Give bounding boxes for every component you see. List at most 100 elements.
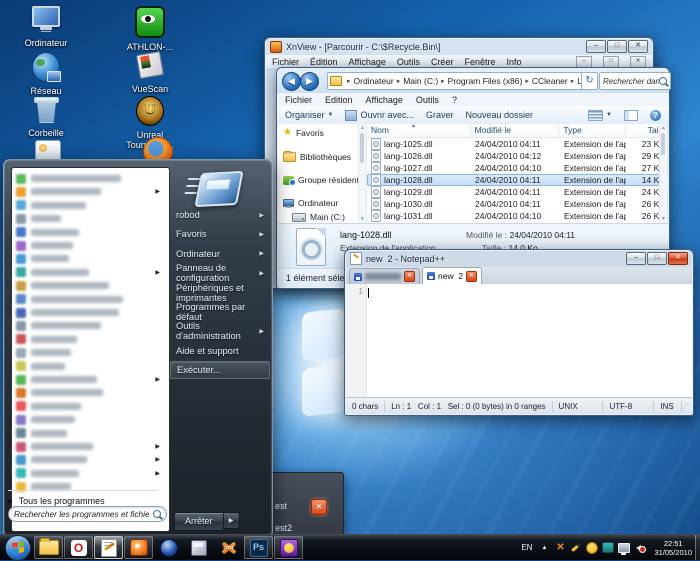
start-menu-item-robod[interactable]: robod▶ <box>170 206 270 224</box>
recent-program-item-blurred[interactable] <box>16 306 166 319</box>
recent-program-item-blurred[interactable] <box>16 239 166 252</box>
sidebar-item-computer-small[interactable]: Ordinateur <box>283 198 338 208</box>
all-programs-button[interactable]: ▶ Tous les programmes <box>8 490 158 506</box>
explorer-search-box[interactable]: Rechercher dans : ... <box>599 72 671 90</box>
recent-program-item-blurred[interactable] <box>16 400 166 413</box>
start-search-box[interactable]: Rechercher les programmes et fichiers <box>8 506 167 522</box>
recent-program-item-blurred[interactable] <box>16 212 166 225</box>
explorer-menu-edition[interactable]: Edition <box>325 95 353 105</box>
taskbar-button-xnview[interactable] <box>124 536 153 559</box>
desktop-icon-xnview-eye[interactable]: ATHLON-... <box>116 6 184 52</box>
xnview-titlebar[interactable]: XnView - [Parcourir - C:\$Recycle.Bin\] … <box>265 38 653 55</box>
taskbar-button-explorer-folder[interactable] <box>34 536 63 559</box>
editor-area[interactable]: 1 <box>346 284 692 398</box>
xnview-menu-affichage[interactable]: Affichage <box>349 57 386 67</box>
close-button[interactable]: ✕ <box>668 252 688 265</box>
file-row[interactable]: lang-1026.dll24/04/2010 04:12Extension d… <box>367 150 668 162</box>
back-button[interactable]: ◀ <box>282 72 301 91</box>
recent-program-item-blurred[interactable] <box>16 279 166 292</box>
taskbar-button-cube[interactable] <box>184 536 213 559</box>
column-header-name[interactable]: Nom▲ <box>367 124 471 137</box>
sidebar-item-star[interactable]: ★Favoris <box>283 128 324 138</box>
tab-close-icon[interactable]: ✕ <box>404 271 415 282</box>
recent-program-item-blurred[interactable] <box>16 226 166 239</box>
sidebar-item-drive[interactable]: Main (C:) <box>292 212 345 222</box>
recent-program-item-blurred[interactable] <box>16 346 166 359</box>
resize-grip[interactable]: ⋰ <box>682 402 692 410</box>
recent-program-item-blurred[interactable] <box>16 360 166 373</box>
address-bar[interactable]: ▸Ordinateur▸Main (C:)▸Program Files (x86… <box>327 72 585 90</box>
column-header-type[interactable]: Type <box>559 124 625 137</box>
refresh-button[interactable]: ↻ <box>581 72 598 90</box>
editor-tab-active[interactable]: new 2✕ <box>422 267 482 284</box>
recent-program-item-blurred[interactable] <box>16 252 166 265</box>
start-menu-item-aide-et-support[interactable]: Aide et support <box>170 342 270 360</box>
show-desktop-button[interactable] <box>695 535 700 560</box>
desktop-icon-network-globe[interactable]: Réseau <box>12 52 80 96</box>
breadcrumb-label[interactable]: CCleaner <box>532 76 568 86</box>
recent-program-item-blurred[interactable]: ▶ <box>16 373 166 386</box>
tray-smiley-icon[interactable] <box>586 542 598 554</box>
recent-program-item-blurred[interactable] <box>16 199 166 212</box>
list-scrollbar[interactable]: ▲▼ <box>659 124 668 223</box>
taskbar-button-opera[interactable]: O <box>64 536 93 559</box>
xnview-menu-créer[interactable]: Créer <box>431 57 454 67</box>
explorer-menu-outils[interactable]: Outils <box>416 95 439 105</box>
tray-orange-x-icon[interactable]: ✕ <box>554 542 566 554</box>
preview-pane-button[interactable] <box>624 110 638 121</box>
user-avatar[interactable] <box>190 170 238 208</box>
start-menu-item-favoris[interactable]: Favoris▶ <box>170 225 270 243</box>
recent-program-item-blurred[interactable] <box>16 386 166 399</box>
taskbar-button-blue-sphere[interactable] <box>154 536 183 559</box>
dialog-item[interactable]: est2 <box>275 523 292 533</box>
breadcrumb-label[interactable]: Main (C:) <box>403 76 438 86</box>
help-button[interactable]: ? <box>650 110 661 121</box>
taskbar-button-photoshop[interactable]: Ps <box>244 536 273 559</box>
explorer-menu-fichier[interactable]: Fichier <box>285 95 312 105</box>
desktop-icon-computer[interactable]: Ordinateur <box>12 6 80 48</box>
recent-program-item-blurred[interactable]: ▶ <box>16 440 166 453</box>
editor-tab[interactable]: ✕ <box>349 268 420 284</box>
maximize-button[interactable]: □ <box>647 252 667 265</box>
start-menu-item-ex-cuter[interactable]: Exécuter... <box>170 361 270 379</box>
tab-close-icon[interactable]: ✕ <box>466 271 477 282</box>
explorer-menu-help[interactable]: ? <box>452 95 457 105</box>
recent-program-item-blurred[interactable] <box>16 427 166 440</box>
file-row[interactable]: lang-1028.dll24/04/2010 04:11Extension d… <box>367 174 668 186</box>
recent-program-item-blurred[interactable] <box>16 319 166 332</box>
breadcrumb-segment[interactable]: ▸Ordinateur <box>344 76 394 86</box>
breadcrumb-segment[interactable]: ▸Main (C:) <box>394 76 438 86</box>
xnview-menu-info[interactable]: Info <box>506 57 521 67</box>
organize-button[interactable]: Organiser▼ <box>285 110 333 120</box>
start-menu-item-ordinateur[interactable]: Ordinateur▶ <box>170 245 270 263</box>
breadcrumb-label[interactable]: Ordinateur <box>354 76 394 86</box>
file-row[interactable]: lang-1031.dll24/04/2010 04:10Extension d… <box>367 210 668 222</box>
notepadpp-titlebar[interactable]: new 2 - Notepad++ – □ ✕ <box>345 250 693 267</box>
language-indicator[interactable]: EN <box>519 543 534 552</box>
tray-webcam-icon[interactable] <box>602 542 614 554</box>
tray-network-icon[interactable] <box>618 542 630 554</box>
column-header-mod[interactable]: Modifié le <box>471 124 560 137</box>
taskbar-button-notepadpp[interactable] <box>94 536 123 559</box>
breadcrumb-label[interactable]: Program Files (x86) <box>448 76 523 86</box>
burn-button[interactable]: Graver <box>426 110 454 120</box>
minimize-button[interactable]: – <box>626 252 646 265</box>
dialog-item[interactable]: est <box>275 501 287 511</box>
xnview-menu-fichier[interactable]: Fichier <box>272 57 299 67</box>
tray-pencil-icon[interactable] <box>570 542 582 554</box>
dialog-close-icon[interactable]: ✕ <box>311 499 327 515</box>
recent-program-item-blurred[interactable] <box>16 413 166 426</box>
open-with-button[interactable]: Ouvrir avec... <box>345 110 414 121</box>
start-button[interactable] <box>5 535 31 561</box>
start-menu-item-p-riph-riques-et-imprimantes[interactable]: Périphériques et imprimantes <box>170 284 270 302</box>
xnview-menu-édition[interactable]: Édition <box>310 57 338 67</box>
close-button[interactable]: ✕ <box>628 40 648 53</box>
taskbar-button-yahoo-messenger[interactable] <box>274 536 303 559</box>
xnview-menu-outils[interactable]: Outils <box>397 57 420 67</box>
views-button[interactable]: ▼ <box>588 110 612 121</box>
breadcrumb-segment[interactable]: ▸Program Files (x86) <box>438 76 522 86</box>
breadcrumb-segment[interactable]: ▸CCleaner <box>522 76 567 86</box>
taskbar-clock[interactable]: 22:51 31/05/2010 <box>650 539 696 557</box>
file-row[interactable]: lang-1030.dll24/04/2010 04:11Extension d… <box>367 198 668 210</box>
recent-program-item-blurred[interactable] <box>16 172 166 185</box>
